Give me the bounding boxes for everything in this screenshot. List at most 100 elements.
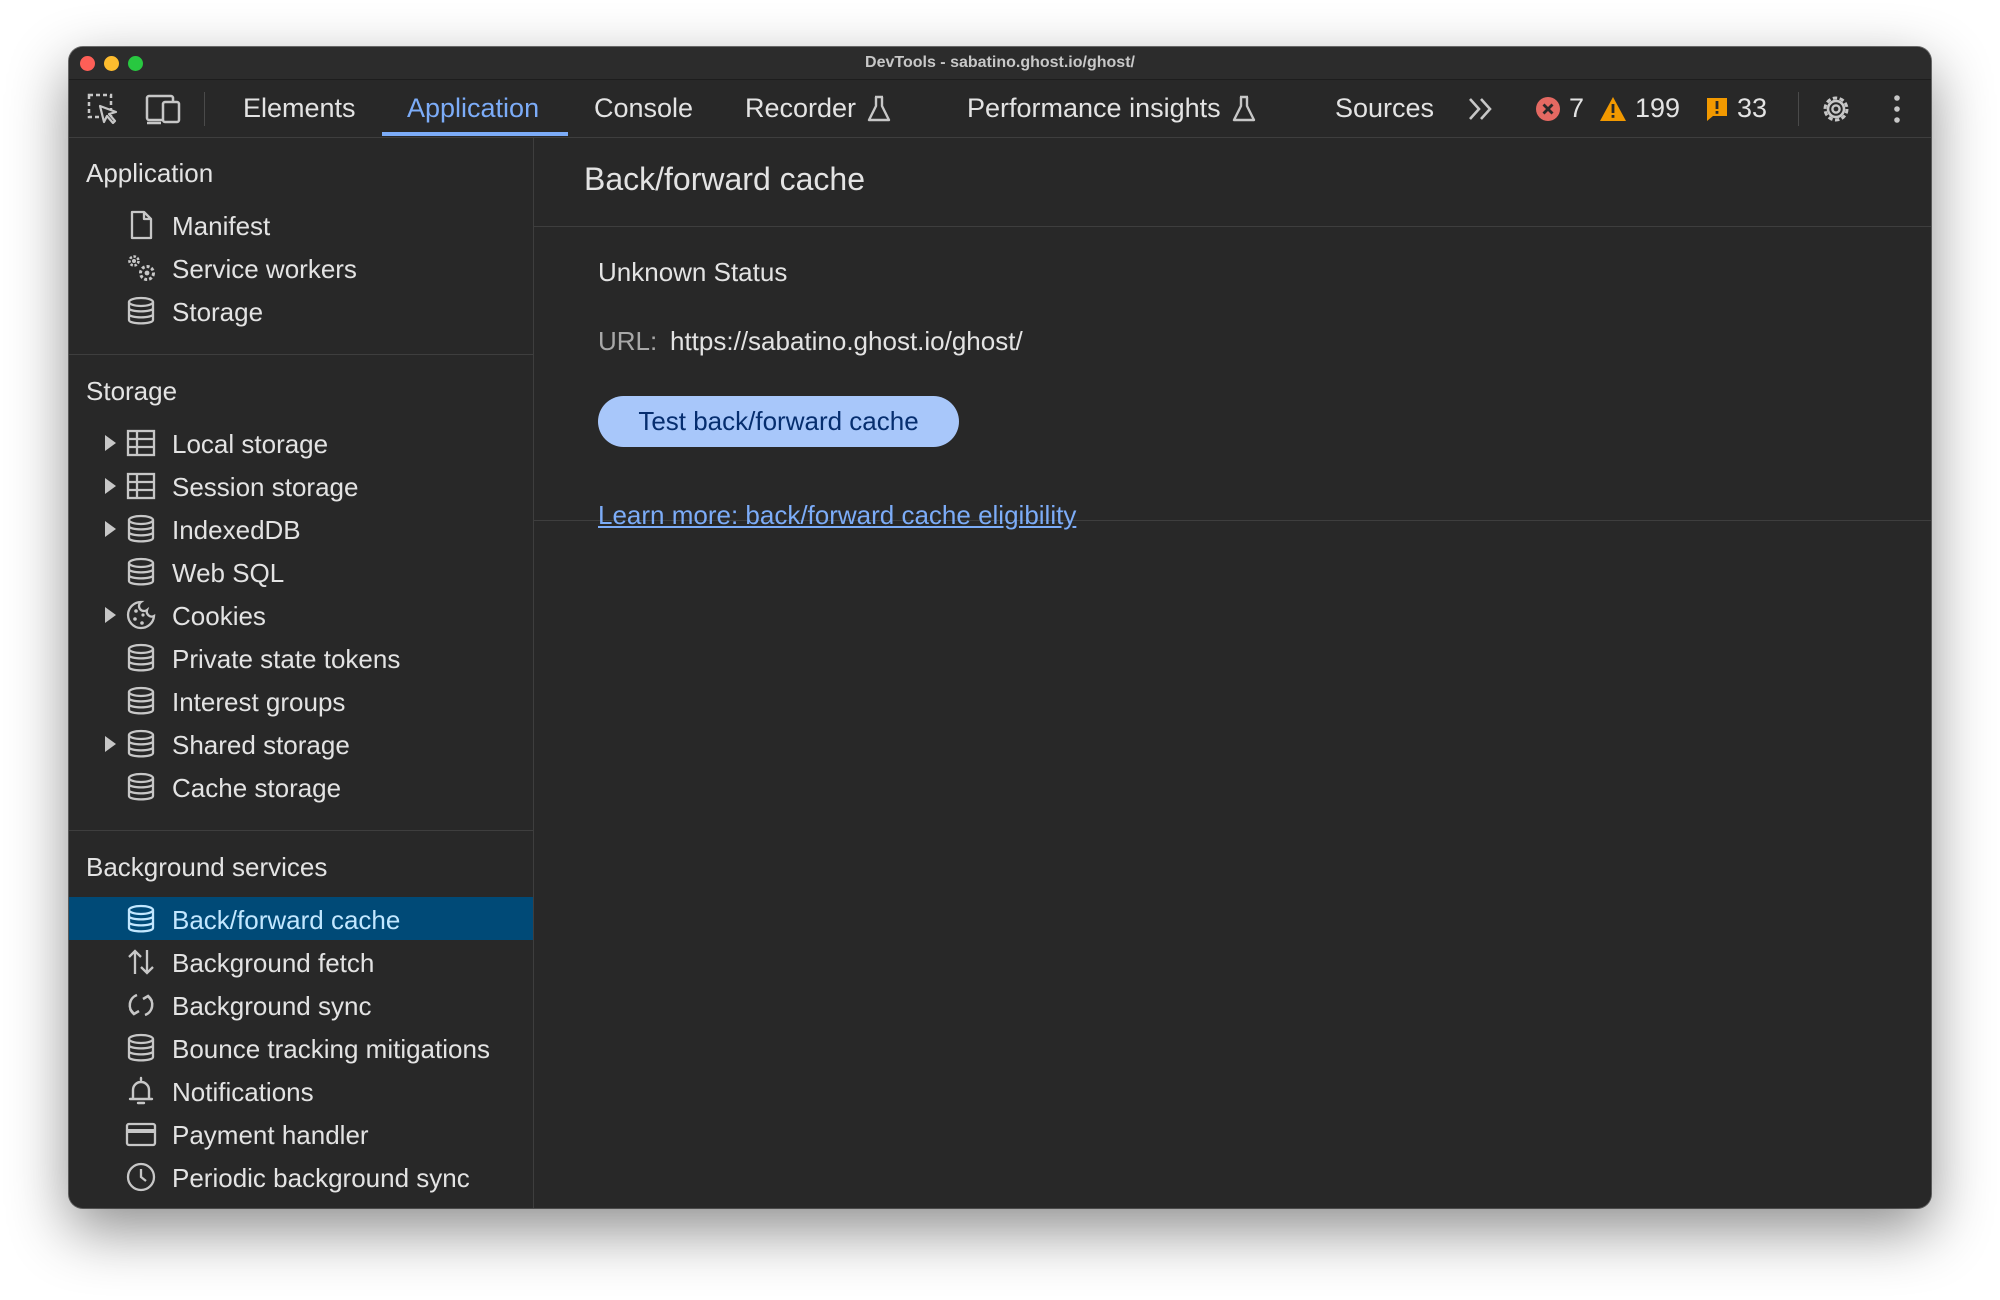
expand-arrow-icon[interactable] (105, 736, 116, 752)
error-icon (1536, 96, 1560, 121)
database-icon (127, 729, 155, 758)
sidebar-item-label: Bounce tracking mitigations (172, 1034, 490, 1064)
toolbar-divider (1798, 92, 1799, 126)
gear-icon (1823, 96, 1849, 121)
tab-elements[interactable]: Elements (243, 80, 356, 137)
devtools-window: DevTools - sabatino.ghost.io/ghost/ Elem… (69, 47, 1931, 1208)
tab-console[interactable]: Console (594, 80, 693, 137)
test-back-forward-cache-button[interactable]: Test back/forward cache (598, 396, 959, 447)
window-title: DevTools - sabatino.ghost.io/ghost/ (865, 54, 1135, 71)
table-icon (126, 472, 156, 500)
expand-arrow-icon[interactable] (105, 478, 116, 494)
sync-icon (128, 993, 154, 1017)
sidebar-item-web-sql[interactable]: Web SQL (69, 550, 533, 593)
errors-count: 7 (1569, 93, 1585, 123)
sidebar-item-background-fetch[interactable]: Background fetch (69, 940, 533, 983)
issues-counter[interactable]: 33 (1705, 80, 1767, 137)
sidebar-item-bounce-tracking-mitigations[interactable]: Bounce tracking mitigations (69, 1026, 533, 1069)
section-title-background-services: Background services (86, 852, 328, 882)
device-toolbar-button[interactable] (145, 80, 183, 137)
more-options-button[interactable] (1891, 80, 1903, 137)
tab-recorder[interactable]: Recorder (745, 80, 892, 137)
sidebar-item-interest-groups[interactable]: Interest groups (69, 679, 533, 722)
sidebar-item-label: Storage (172, 297, 264, 327)
database-icon (127, 643, 155, 672)
sidebar-item-label: Local storage (172, 429, 329, 459)
database-icon (127, 1033, 155, 1062)
expand-arrow-icon[interactable] (105, 607, 116, 623)
learn-more-link[interactable]: Learn more: back/forward cache eligibili… (598, 500, 1076, 531)
sidebar-item-storage[interactable]: Storage (69, 289, 533, 332)
database-icon (127, 904, 155, 933)
sidebar-item-label: Periodic background sync (172, 1163, 470, 1193)
gears-icon (128, 255, 155, 281)
sidebar-item-notifications[interactable]: Notifications (69, 1069, 533, 1112)
sidebar-item-label: Interest groups (172, 687, 346, 717)
section-title-application: Application (86, 158, 214, 188)
more-tabs-icon (1469, 97, 1492, 120)
url-value: https://sabatino.ghost.io/ghost/ (670, 326, 1023, 356)
inspect-element-button[interactable] (86, 80, 120, 137)
sidebar-item-label: IndexedDB (172, 515, 301, 545)
credit-card-icon (125, 1122, 157, 1147)
section-divider (69, 830, 533, 831)
tab-sources[interactable]: Sources (1335, 80, 1434, 137)
expand-arrow-icon[interactable] (105, 521, 116, 537)
tab-performance-insights[interactable]: Performance insights (967, 80, 1257, 137)
sidebar-item-label: Payment handler (172, 1120, 369, 1150)
sidebar-item-session-storage[interactable]: Session storage (69, 464, 533, 507)
table-icon (126, 429, 156, 457)
tab-performance-insights-label: Performance insights (967, 93, 1221, 123)
url-label: URL: (598, 326, 658, 356)
sidebar-item-periodic-background-sync[interactable]: Periodic background sync (69, 1155, 533, 1198)
up-down-arrows-icon (128, 949, 154, 975)
database-icon (127, 772, 155, 801)
sidebar-item-indexeddb[interactable]: IndexedDB (69, 507, 533, 550)
warnings-count: 199 (1635, 93, 1681, 123)
inspect-element-icon (87, 93, 118, 124)
file-icon (130, 210, 153, 240)
database-icon (127, 296, 155, 325)
warning-icon (1600, 96, 1626, 121)
sidebar-item-label: Web SQL (172, 558, 285, 588)
sidebar-item-label: Background sync (172, 991, 372, 1021)
sidebar-item-label: Back/forward cache (172, 905, 401, 935)
sidebar-item-local-storage[interactable]: Local storage (69, 421, 533, 464)
sidebar-item-label: Notifications (172, 1077, 314, 1107)
flask-icon (867, 95, 891, 121)
sidebar-item-label: Session storage (172, 472, 359, 502)
sidebar-item-label: Cookies (172, 601, 266, 631)
application-sidebar: Application Manifest Service workers Sto… (69, 138, 534, 1208)
database-icon (127, 557, 155, 586)
sidebar-item-cache-storage[interactable]: Cache storage (69, 765, 533, 808)
sidebar-item-background-sync[interactable]: Background sync (69, 983, 533, 1026)
section-divider (69, 354, 533, 355)
issues-count: 33 (1737, 93, 1768, 123)
sidebar-item-payment-handler[interactable]: Payment handler (69, 1112, 533, 1155)
expand-arrow-icon[interactable] (105, 435, 116, 451)
sidebar-item-shared-storage[interactable]: Shared storage (69, 722, 533, 765)
more-tabs-button[interactable] (1466, 80, 1496, 137)
tab-recorder-label: Recorder (745, 93, 857, 123)
sidebar-item-private-state-tokens[interactable]: Private state tokens (69, 636, 533, 679)
sidebar-item-label: Cache storage (172, 773, 342, 803)
sidebar-item-manifest[interactable]: Manifest (69, 203, 533, 246)
settings-button[interactable] (1818, 80, 1854, 137)
tab-application[interactable]: Application (407, 80, 539, 137)
active-tab-indicator (382, 132, 568, 136)
sidebar-item-cookies[interactable]: Cookies (69, 593, 533, 636)
clock-icon (126, 1162, 156, 1192)
issue-icon (1707, 97, 1727, 121)
sidebar-item-service-workers[interactable]: Service workers (69, 246, 533, 289)
status-text: Unknown Status (598, 257, 788, 287)
sidebar-item-label: Background fetch (172, 948, 375, 978)
sidebar-item-label: Service workers (172, 254, 357, 284)
warnings-counter[interactable]: 199 (1599, 80, 1680, 137)
sidebar-item-back-forward-cache[interactable]: Back/forward cache (69, 897, 533, 940)
flask-icon (1232, 95, 1255, 121)
header-divider (534, 226, 1931, 227)
cookie-icon (126, 600, 156, 630)
device-toolbar-icon (145, 94, 181, 124)
database-icon (127, 514, 155, 543)
errors-counter[interactable]: 7 (1535, 80, 1584, 137)
